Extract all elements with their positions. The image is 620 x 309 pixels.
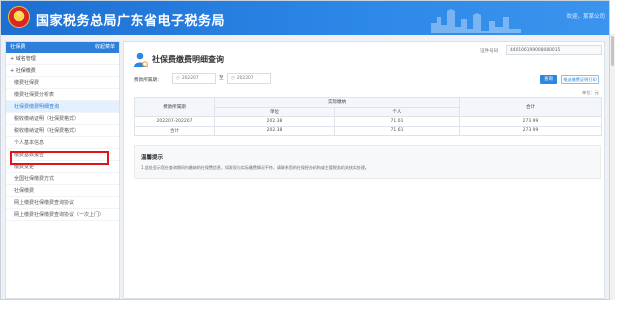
sidebar-item-detail-query[interactable]: 社保费缴费明细查询	[6, 101, 119, 113]
sidebar-item-pay[interactable]: 缴费社保费	[6, 77, 119, 89]
period-label: 费款所属期：	[134, 78, 162, 83]
notice-title: 温馨提示	[141, 155, 164, 161]
calendar-icon: ◷	[176, 76, 180, 81]
sidebar-header: 社保费 收起菜单	[6, 42, 119, 53]
sidebar-group-social-security[interactable]: + 社保缴费	[6, 65, 119, 77]
cell-total: 273.99	[459, 125, 602, 136]
sidebar-item-social-pay[interactable]: 社保缴费	[6, 185, 119, 197]
skyline-decoration	[431, 9, 521, 33]
print-certificate-button[interactable]: 推送缴费证明打印	[561, 75, 599, 84]
cell-unit: 202.38	[214, 116, 335, 127]
cell-person: 71.61	[334, 116, 460, 127]
date-to-input[interactable]: ◷ 202207	[227, 73, 271, 84]
main-panel: 社保费缴费明细查询 证件号码 440106199008080015 费款所属期：…	[123, 41, 605, 299]
tax-emblem-logo	[8, 6, 30, 28]
column-header-unit: 单位	[214, 106, 335, 117]
cell-total: 273.99	[459, 116, 602, 127]
column-header-actual: 实际缴纳	[214, 97, 460, 108]
scrollbar-thumb[interactable]	[611, 36, 614, 66]
notice-text: 1.此处显示您在查询期间内缴纳的社保费信息，如发现与实际缴费情况不符，请联系您的…	[141, 165, 369, 170]
cell-period: 合计	[134, 125, 215, 136]
sidebar-item-analysis[interactable]: 缴费社保费分析表	[6, 89, 119, 101]
date-from-input[interactable]: ◷ 202207	[172, 73, 216, 84]
unit-label: 单位：元	[582, 90, 599, 95]
site-title: 国家税务总局广东省电子税务局	[36, 14, 226, 29]
sidebar: 社保费 收起菜单 + 域名管理 + 社保缴费 缴费社保费 缴费社保费分析表 社保…	[5, 41, 120, 299]
column-header-period[interactable]: 费款所属期	[134, 97, 215, 117]
sidebar-item-pay-method[interactable]: 全国社保缴费方式	[6, 173, 119, 185]
sidebar-item-protocol-onsite[interactable]: 网上缴费社保缴费查询协议（一次上门）	[6, 209, 119, 221]
detail-table: 费款所属期 实际缴纳 合计 单位 个人 202207-202207 202.38…	[134, 97, 602, 136]
page-title: 社保费缴费明细查询	[152, 55, 224, 64]
user-query-icon	[134, 52, 148, 68]
sidebar-item-protocol[interactable]: 网上缴费社保缴费查询协议	[6, 197, 119, 209]
sidebar-item-certificate-2[interactable]: 税收缴纳证明（社保费格式）	[6, 125, 119, 137]
highlight-annotation	[10, 151, 109, 165]
date-from-value: 202207	[181, 76, 199, 81]
date-separator: 至	[219, 76, 224, 81]
sidebar-title: 社保费	[10, 44, 26, 50]
browser-viewport: 国家税务总局广东省电子税务局 欢迎，某某公司 社保费 收起菜单 + 域名管理 +…	[0, 0, 610, 300]
cell-period: 202207-202207	[134, 116, 215, 127]
table-row: 202207-202207 202.38 71.61 273.99	[134, 116, 602, 127]
site-header: 国家税务总局广东省电子税务局 欢迎，某某公司	[1, 1, 609, 35]
calendar-icon: ◷	[231, 76, 235, 81]
ident-label: 证件号码	[480, 49, 499, 54]
sidebar-group-domain[interactable]: + 域名管理	[6, 53, 119, 65]
header-user-info[interactable]: 欢迎，某某公司	[566, 12, 605, 20]
sidebar-item-certificate-1[interactable]: 税收缴纳证明（社保费格式）	[6, 113, 119, 125]
collapse-menu-button[interactable]: 收起菜单	[95, 42, 115, 53]
date-to-value: 202207	[236, 76, 254, 81]
sidebar-item-personal-info[interactable]: 个人基本信息	[6, 137, 119, 149]
column-header-person: 个人	[334, 106, 460, 117]
notice-box: 温馨提示 1.此处显示您在查询期间内缴纳的社保费信息，如发现与实际缴费情况不符，…	[134, 145, 601, 179]
column-header-total: 合计	[459, 97, 602, 117]
cell-unit: 202.38	[214, 125, 335, 136]
ident-number-field: 440106199008080015	[506, 45, 602, 55]
query-button[interactable]: 查询	[540, 75, 557, 84]
cell-person: 71.61	[334, 125, 460, 136]
table-row-total: 合计 202.38 71.61 273.99	[134, 125, 602, 136]
page-scrollbar[interactable]	[610, 34, 615, 300]
